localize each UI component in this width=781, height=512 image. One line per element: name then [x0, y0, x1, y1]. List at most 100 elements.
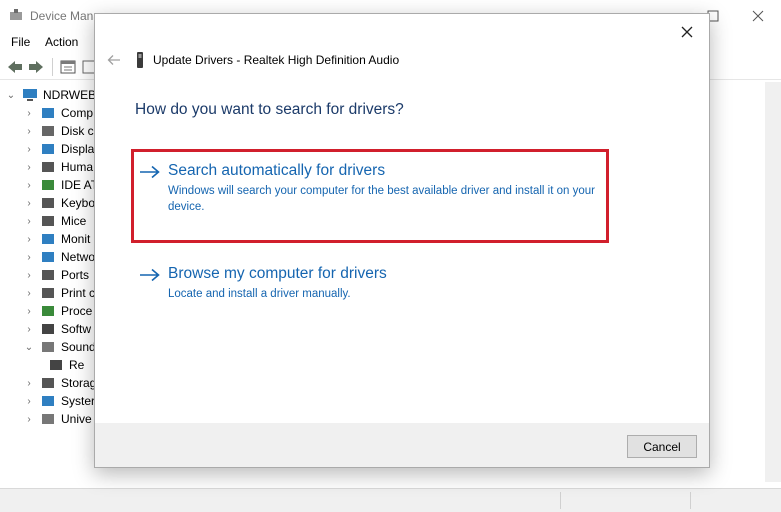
- tree-item-label: Comp: [61, 106, 94, 120]
- option-description: Windows will search your computer for th…: [168, 185, 595, 213]
- tree-item-label: Proce: [61, 304, 93, 318]
- storage-controller-icon: [42, 378, 54, 388]
- window-title: Device Mana: [30, 9, 101, 23]
- toolbar-separator: [52, 58, 53, 76]
- expand-chevron-icon[interactable]: ›: [24, 180, 34, 191]
- processor-icon: [42, 306, 54, 316]
- expand-chevron-icon[interactable]: ›: [24, 324, 34, 335]
- tree-category-item[interactable]: › Print c: [24, 284, 95, 302]
- tree-category-item[interactable]: › Softw: [24, 320, 91, 338]
- disk-drive-icon: [42, 126, 54, 136]
- dialog-footer: Cancel: [95, 423, 709, 467]
- properties-icon: [60, 60, 76, 74]
- tree-item-label: Huma: [61, 160, 94, 174]
- dialog-back-button[interactable]: [105, 52, 123, 68]
- option-title: Search automatically for drivers: [168, 162, 386, 179]
- status-segment: [690, 492, 691, 509]
- system-device-icon: [42, 396, 54, 406]
- expand-chevron-icon[interactable]: ›: [24, 144, 34, 155]
- tree-category-item[interactable]: › Proce: [24, 302, 92, 320]
- tree-category-item[interactable]: › Comp: [24, 104, 93, 122]
- tree-item-label: Netwo: [61, 250, 96, 264]
- expand-chevron-icon[interactable]: ›: [24, 396, 34, 407]
- keyboard-icon: [42, 198, 54, 208]
- expand-chevron-icon[interactable]: ›: [24, 270, 34, 281]
- tree-category-item[interactable]: › Unive: [24, 410, 92, 428]
- tree-item-label: Ports: [61, 268, 90, 282]
- expand-chevron-icon[interactable]: ›: [24, 216, 34, 227]
- search-automatically-option[interactable]: Search automatically for drivers Windows…: [139, 162, 609, 213]
- tree-item-label: Mice: [61, 214, 87, 228]
- expand-chevron-icon[interactable]: ›: [24, 414, 34, 425]
- window-close-button[interactable]: [735, 0, 781, 32]
- tree-category-item[interactable]: › IDE AT: [24, 176, 98, 194]
- close-icon: [752, 10, 764, 22]
- tree-category-item[interactable]: › Ports: [24, 266, 89, 284]
- tree-category-item[interactable]: › Storag: [24, 374, 96, 392]
- computer-icon: [23, 89, 37, 101]
- sound-icon: [42, 342, 54, 352]
- tree-category-item[interactable]: › Syster: [24, 392, 95, 410]
- expand-chevron-icon[interactable]: ›: [24, 108, 34, 119]
- tree-category-item[interactable]: › Keybo: [24, 194, 95, 212]
- tree-category-item[interactable]: › Displa: [24, 140, 94, 158]
- tree-root-label: NDRWEB: [43, 88, 97, 102]
- expand-chevron-icon[interactable]: ›: [24, 234, 34, 245]
- tree-category-item[interactable]: ⌄ Sound: [24, 338, 96, 356]
- tree-category-item[interactable]: › Huma: [24, 158, 93, 176]
- tree-item-label: Syster: [61, 394, 96, 408]
- human-interface-icon: [42, 162, 54, 172]
- vertical-scrollbar[interactable]: [765, 82, 781, 482]
- close-icon: [681, 26, 693, 38]
- collapse-chevron-icon[interactable]: ⌄: [24, 342, 34, 353]
- tree-category-item[interactable]: › Disk c: [24, 122, 94, 140]
- tree-item-label: Re: [69, 358, 85, 372]
- menu-file[interactable]: File: [11, 35, 30, 49]
- expand-chevron-icon[interactable]: ›: [24, 162, 34, 173]
- device-manager-icon: [10, 9, 22, 20]
- properties-button[interactable]: [59, 58, 77, 76]
- computer-icon: [42, 108, 54, 118]
- expand-chevron-icon[interactable]: ›: [24, 288, 34, 299]
- tree-item-label: Monit: [61, 232, 91, 246]
- dialog-close-button[interactable]: [673, 18, 701, 46]
- mouse-icon: [42, 216, 54, 226]
- tree-root[interactable]: ⌄ NDRWEB: [6, 86, 96, 104]
- tree-item-label: Keybo: [61, 196, 96, 210]
- update-drivers-dialog: Update Drivers - Realtek High Definition…: [94, 13, 710, 468]
- menu-action[interactable]: Action: [45, 35, 78, 49]
- cancel-button[interactable]: Cancel: [627, 435, 697, 458]
- expand-chevron-icon[interactable]: ›: [24, 378, 34, 389]
- expand-chevron-icon[interactable]: ›: [24, 198, 34, 209]
- expand-chevron-icon[interactable]: ›: [24, 252, 34, 263]
- back-button[interactable]: [6, 58, 24, 76]
- expand-chevron-icon[interactable]: ›: [24, 126, 34, 137]
- usb-icon: [42, 414, 54, 424]
- tree-item-label: Print c: [61, 286, 96, 300]
- status-bar: [0, 488, 781, 512]
- tree-item-label: Unive: [61, 412, 92, 426]
- collapse-chevron-icon[interactable]: ⌄: [6, 90, 16, 101]
- option-title: Browse my computer for drivers: [168, 265, 387, 282]
- tree-category-item[interactable]: › Monit: [24, 230, 90, 248]
- audio-device-icon: [50, 360, 62, 370]
- tree-category-item[interactable]: › Netwo: [24, 248, 95, 266]
- tree-item-label: Disk c: [61, 124, 94, 138]
- tree-category-item[interactable]: › Mice: [24, 212, 86, 230]
- tree-child-item[interactable]: Re: [42, 356, 84, 374]
- expand-chevron-icon[interactable]: ›: [24, 306, 34, 317]
- tree-item-label: Sound: [61, 340, 96, 354]
- print-queue-icon: [42, 288, 54, 298]
- display-adapter-icon: [42, 144, 54, 154]
- tree-item-label: Displa: [61, 142, 95, 156]
- software-device-icon: [42, 324, 54, 334]
- forward-button[interactable]: [27, 58, 45, 76]
- dialog-heading: How do you want to search for drivers?: [135, 101, 404, 118]
- ide-controller-icon: [42, 180, 54, 190]
- status-segment: [560, 492, 561, 509]
- option-description: Locate and install a driver manually.: [168, 288, 351, 300]
- dialog-title: Update Drivers - Realtek High Definition…: [153, 53, 400, 67]
- browse-computer-option[interactable]: Browse my computer for drivers Locate an…: [139, 265, 609, 301]
- tree-item-label: Softw: [61, 322, 92, 336]
- network-adapter-icon: [42, 252, 54, 262]
